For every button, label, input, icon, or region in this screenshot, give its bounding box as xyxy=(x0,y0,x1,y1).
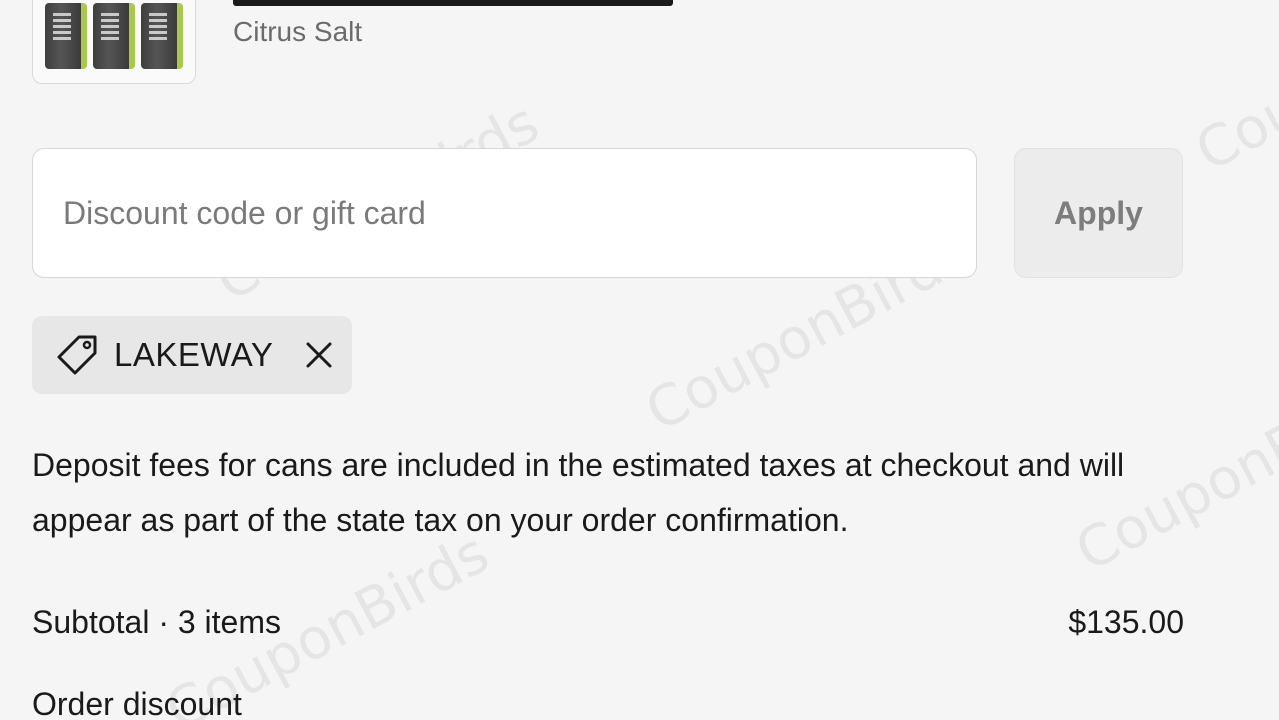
deposit-fee-notice: Deposit fees for cans are included in th… xyxy=(32,447,1125,538)
can-image xyxy=(45,3,87,69)
close-icon xyxy=(306,342,332,368)
applied-discount-chip: LAKEWAY xyxy=(32,316,352,394)
discount-code-input[interactable] xyxy=(32,148,977,278)
order-discount-label: Order discount xyxy=(32,686,242,720)
apply-button[interactable]: Apply xyxy=(1014,148,1183,278)
product-variant: Citrus Salt xyxy=(233,16,363,47)
watermark: CouponBirds xyxy=(1185,0,1279,185)
subtotal-row: Subtotal · 3 items $135.00 xyxy=(32,604,1184,641)
product-title-cropped xyxy=(233,0,673,6)
product-thumbnail xyxy=(32,0,196,84)
subtotal-label: Subtotal · 3 items xyxy=(32,604,281,640)
can-image xyxy=(93,3,135,69)
tag-icon xyxy=(57,335,97,375)
can-image xyxy=(141,3,183,69)
discount-code-label: LAKEWAY xyxy=(114,336,274,373)
checkout-summary: CouponBirds CouponBirds CouponBirds Coup… xyxy=(0,0,1279,720)
order-discount-row: Order discount xyxy=(32,686,1184,720)
subtotal-value: $135.00 xyxy=(1068,604,1184,640)
remove-discount-button[interactable] xyxy=(301,337,337,373)
